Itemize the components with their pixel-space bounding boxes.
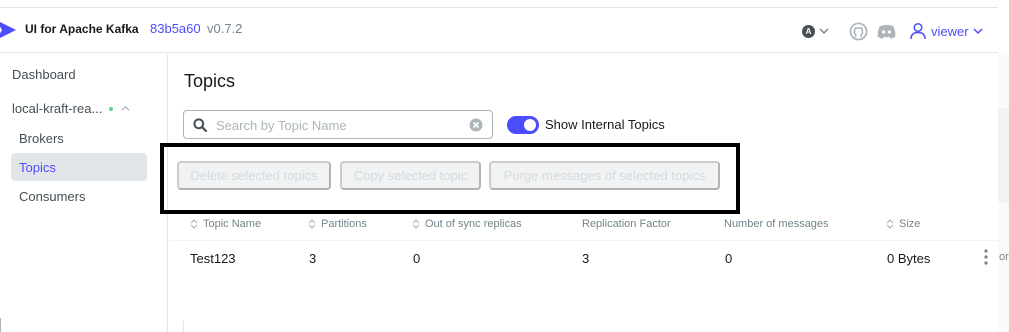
user-icon — [910, 22, 926, 40]
top-header: UI for Apache Kafka 83b5a60 v0.7.2 A vie… — [0, 7, 998, 53]
cell-replication-factor: 3 — [582, 251, 590, 266]
kafka-logo-icon[interactable] — [0, 18, 18, 42]
language-selector[interactable]: A — [802, 20, 829, 42]
truncated-text: or — [999, 251, 1009, 263]
chevron-up-icon — [121, 105, 130, 111]
discord-icon — [877, 24, 896, 39]
cell-size: 0 Bytes — [887, 251, 931, 266]
right-panel-edge — [998, 53, 1009, 332]
clear-search-icon[interactable] — [469, 118, 483, 132]
cluster-name: local-kraft-rea... — [12, 101, 103, 116]
cluster-status-indicator — [109, 106, 114, 111]
version-hash-link[interactable]: 83b5a60 — [150, 21, 201, 36]
column-header-label: Partitions — [321, 218, 367, 230]
sort-icon — [190, 219, 198, 229]
column-header-topic-name[interactable]: Topic Name — [190, 218, 261, 230]
row-actions-menu-icon[interactable] — [984, 249, 988, 265]
sort-icon — [886, 219, 894, 229]
github-icon — [849, 22, 868, 40]
column-header-partitions[interactable]: Partitions — [308, 218, 367, 230]
sidebar: Dashboard local-kraft-rea... Brokers Top… — [0, 54, 168, 332]
right-panel-block — [998, 108, 1009, 202]
search-box[interactable] — [183, 110, 493, 139]
app-page: UI for Apache Kafka 83b5a60 v0.7.2 A vie… — [0, 0, 1009, 332]
chevron-down-icon — [819, 28, 829, 35]
column-header-label: Topic Name — [203, 218, 262, 230]
cell-out-of-sync-replicas: 0 — [413, 251, 421, 266]
page-title: Topics — [184, 71, 236, 91]
cell-partitions: 3 — [309, 251, 317, 266]
sort-icon — [308, 219, 316, 229]
column-header-label: Out of sync replicas — [425, 218, 522, 230]
language-icon: A — [802, 24, 815, 38]
topic-name-link[interactable]: Test123 — [190, 251, 236, 266]
table-header-divider — [170, 240, 998, 241]
sort-icon — [412, 219, 420, 229]
column-header-number-of-messages: Number of messages — [724, 218, 829, 230]
column-header-replication-factor: Replication Factor — [582, 218, 671, 230]
search-input[interactable] — [216, 116, 461, 134]
column-header-size[interactable]: Size — [886, 218, 920, 230]
app-title[interactable]: UI for Apache Kafka — [25, 22, 139, 36]
show-internal-topics-label: Show Internal Topics — [545, 117, 665, 132]
show-internal-topics-toggle[interactable] — [507, 116, 539, 134]
cell-number-of-messages: 0 — [725, 251, 733, 266]
sidebar-item-dashboard[interactable]: Dashboard — [12, 67, 76, 82]
column-header-label: Size — [899, 218, 921, 230]
column-header-out-of-sync-replicas[interactable]: Out of sync replicas — [412, 218, 522, 230]
divider — [0, 318, 1, 332]
sidebar-item-cluster[interactable]: local-kraft-rea... — [12, 101, 130, 116]
highlight-annotation-box — [160, 143, 740, 214]
toggle-knob — [524, 119, 536, 131]
version-number: v0.7.2 — [207, 21, 243, 36]
sidebar-item-topics[interactable]: Topics — [19, 160, 56, 175]
user-menu[interactable]: viewer — [909, 20, 983, 42]
user-name: viewer — [931, 23, 969, 39]
column-header-label: Replication Factor — [582, 218, 671, 230]
divider — [183, 321, 184, 332]
discord-link[interactable] — [876, 20, 897, 42]
sidebar-item-brokers[interactable]: Brokers — [19, 131, 64, 146]
github-link[interactable] — [849, 20, 868, 42]
column-header-label: Number of messages — [724, 218, 829, 230]
chevron-down-icon — [973, 28, 983, 35]
search-icon — [193, 118, 207, 132]
sidebar-item-consumers[interactable]: Consumers — [19, 189, 85, 204]
